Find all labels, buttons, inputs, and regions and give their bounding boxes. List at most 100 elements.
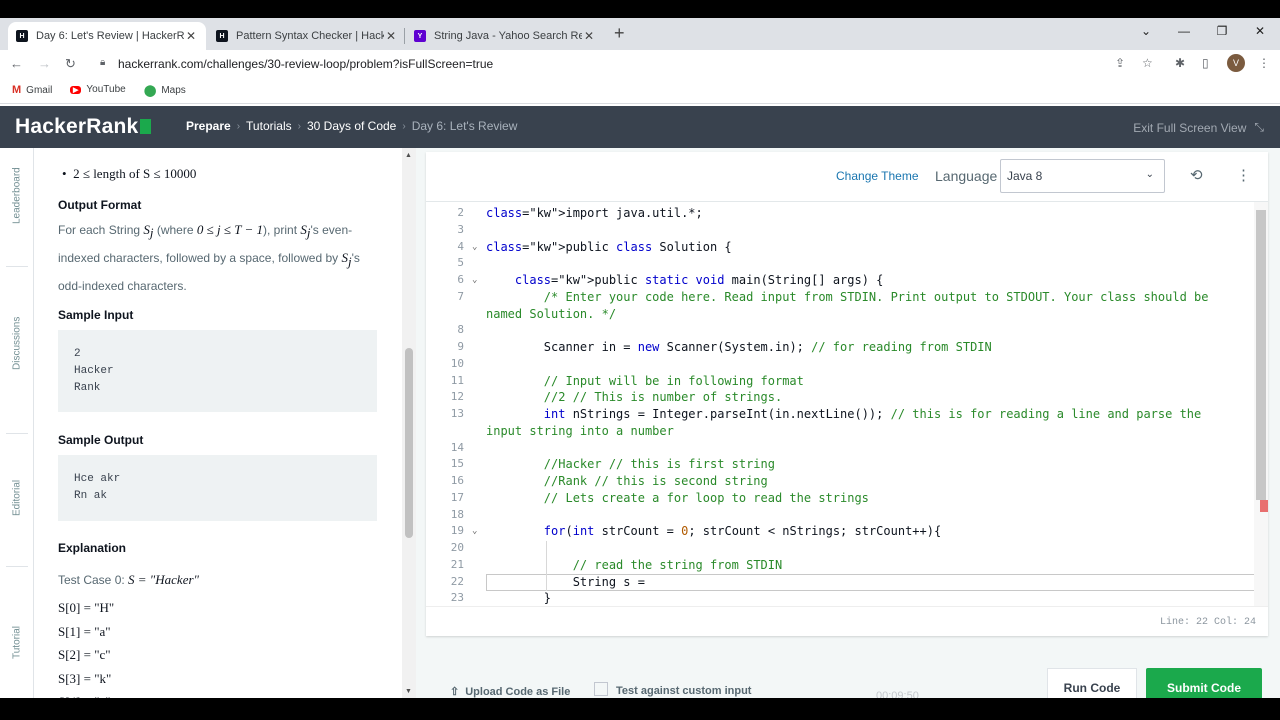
tab-tutorial[interactable]: Tutorial <box>0 618 34 668</box>
fold-chevron-icon[interactable]: ⌄ <box>472 526 477 536</box>
tab-discussions[interactable]: Discussions <box>0 308 34 378</box>
url-field[interactable]: hackerrank.com/challenges/30-review-loop… <box>118 57 493 71</box>
output-format-text: For each String Sj (where 0 ≤ j ≤ T − 1)… <box>58 218 378 298</box>
editor-toolbar: Change Theme Language Java 8 ⌄ ⟲ ⋮ <box>426 152 1268 202</box>
line-number: 3 <box>457 222 464 236</box>
sample-input-heading: Sample Input <box>58 308 134 322</box>
explanation-lines: S[0] = "H" S[1] = "a" S[2] = "c" S[3] = … <box>58 596 114 698</box>
line-gutter: 2 3 4 ⌄ 5 6 ⌄ 7 8 9 10 11 12 13 14 15 16 17 18 19 ⌄ 20 21 22 23 <box>426 202 477 606</box>
logo-text: HackerRank <box>15 115 139 138</box>
code-line: named Solution. */ <box>486 306 617 321</box>
fold-chevron-icon[interactable]: ⌄ <box>472 275 477 285</box>
code-line: String s = <box>486 574 645 589</box>
line-number: 5 <box>457 256 464 270</box>
bookmark-youtube[interactable]: ▶ YouTube <box>70 84 126 95</box>
scroll-up-icon[interactable]: ▲ <box>405 152 412 159</box>
exit-fullscreen-label: Exit Full Screen View <box>1133 120 1247 135</box>
bookmark-star-icon[interactable]: ☆ <box>1142 56 1153 70</box>
editor-actions: ⇧ Upload Code as File Test against custom… <box>426 648 1268 698</box>
side-panel-icon[interactable]: ▯ <box>1202 56 1209 70</box>
hackerrank-logo[interactable]: HackerRank <box>15 115 152 139</box>
exit-fullscreen-button[interactable]: Exit Full Screen View ⤡ <box>1133 120 1264 135</box>
breadcrumb-tutorials[interactable]: Tutorials <box>246 119 292 133</box>
player-time: 00:09:50 <box>876 690 919 698</box>
problem-statement: • 2 ≤ length of S ≤ 10000 Output Format … <box>34 148 402 698</box>
editor-scrollbar[interactable] <box>1254 202 1268 606</box>
challenge-content: Leaderboard Discussions Editorial Tutori… <box>0 148 1280 698</box>
line-number: 16 <box>450 474 464 487</box>
explanation-intro: Test Case 0: S = "Hacker" <box>58 568 378 592</box>
language-value: Java 8 <box>1007 169 1043 183</box>
gmail-icon: M <box>12 84 22 96</box>
sample-output-box: Hce akr Rn ak <box>58 455 377 521</box>
fold-chevron-icon[interactable]: ⌄ <box>472 242 477 252</box>
breadcrumb-30-days[interactable]: 30 Days of Code <box>307 119 396 133</box>
video-player-controls: 00:09:50 <box>876 690 933 698</box>
forward-icon[interactable]: → <box>38 56 51 71</box>
language-label: Language <box>935 168 998 184</box>
explanation-line: S[1] = "a" <box>58 623 111 639</box>
scroll-down-icon[interactable]: ▼ <box>405 688 412 695</box>
code-line: class="kw">public class Solution { <box>486 239 732 254</box>
kebab-menu-icon[interactable]: ⋮ <box>1236 166 1251 184</box>
back-icon[interactable]: ← <box>10 56 23 71</box>
line-number: 22 <box>450 574 464 588</box>
text-run: For each String <box>58 223 144 237</box>
upload-icon: ⇧ <box>450 686 460 698</box>
upload-label: Upload Code as File <box>465 685 571 698</box>
run-code-button[interactable]: Run Code <box>1047 668 1137 698</box>
line-number: 2 <box>457 206 464 219</box>
line-number: 6 <box>457 273 464 286</box>
browser-tab[interactable]: H Pattern Syntax Checker | HackerRank ✕ <box>208 22 406 50</box>
close-tab-icon[interactable]: ✕ <box>582 29 596 43</box>
maximize-icon[interactable]: ❐ <box>1212 24 1232 38</box>
custom-input-label[interactable]: Test against custom input <box>616 685 751 697</box>
code-area[interactable]: 2 3 4 ⌄ 5 6 ⌄ 7 8 9 10 11 12 13 14 15 16 17 18 19 ⌄ 20 21 22 23 … <box>426 202 1254 606</box>
submit-code-button[interactable]: Submit Code <box>1146 668 1262 698</box>
tab-leaderboard[interactable]: Leaderboard <box>0 156 34 236</box>
browser-tab-active[interactable]: H Day 6: Let's Review | HackerRank ✕ <box>8 22 206 50</box>
line-number: 13 <box>450 407 464 420</box>
scrollbar-thumb[interactable] <box>1256 210 1266 500</box>
reload-icon[interactable]: ↻ <box>65 56 76 72</box>
close-tab-icon[interactable]: ✕ <box>384 29 398 43</box>
line-number: 9 <box>457 340 464 353</box>
tab-search-chevron-down-icon[interactable]: ⌄ <box>1136 24 1156 38</box>
tab-editorial[interactable]: Editorial <box>0 468 34 528</box>
minimize-icon[interactable]: — <box>1174 24 1194 38</box>
bookmarks-bar: M Gmail ▶ YouTube ⬤ Maps <box>0 78 1280 104</box>
indent-guide <box>546 541 547 592</box>
custom-input-checkbox[interactable] <box>594 682 608 696</box>
kebab-menu-icon[interactable]: ⋮ <box>1258 56 1270 70</box>
browser-tab[interactable]: Y String Java - Yahoo Search Results ✕ <box>406 22 604 50</box>
language-select[interactable]: Java 8 ⌄ <box>1000 159 1165 193</box>
explanation-line: S[3] = "k" <box>58 670 112 686</box>
close-tab-icon[interactable]: ✕ <box>184 29 198 43</box>
bookmark-gmail[interactable]: M Gmail <box>12 84 52 96</box>
breadcrumb-prepare[interactable]: Prepare <box>186 119 231 133</box>
new-tab-icon[interactable]: + <box>614 23 625 44</box>
line-number: 17 <box>450 490 464 504</box>
avatar[interactable]: V <box>1227 54 1245 72</box>
line-number: 14 <box>450 440 464 454</box>
sample-input-box: 2 Hacker Rank <box>58 330 377 412</box>
collapse-icon: ⤡ <box>1254 120 1264 134</box>
maps-icon: ⬤ <box>144 85 157 97</box>
change-theme-link[interactable]: Change Theme <box>836 169 919 183</box>
line-number: 21 <box>450 557 464 571</box>
extensions-icon[interactable]: ✱ <box>1175 56 1185 70</box>
code-line: for(int strCount = 0; strCount < nString… <box>543 524 942 539</box>
code-line: // Lets create a for loop to read the st… <box>543 490 869 505</box>
close-window-icon[interactable]: ✕ <box>1250 24 1270 38</box>
bookmark-maps[interactable]: ⬤ Maps <box>144 84 186 97</box>
lock-icon[interactable]: 🔒︎ <box>100 57 105 68</box>
code-line: input string into a number <box>486 423 674 438</box>
upload-code-button[interactable]: ⇧ Upload Code as File <box>450 685 571 699</box>
text-run: ), print <box>263 223 301 237</box>
scrollbar-thumb[interactable] <box>405 348 413 538</box>
history-icon[interactable]: ⟲ <box>1190 166 1203 184</box>
code-line: class="kw">import java.util.*; <box>486 206 703 220</box>
share-icon[interactable]: ⇪ <box>1115 56 1125 70</box>
problem-scrollbar[interactable]: ▲ ▼ <box>402 148 416 698</box>
math-range: 0 ≤ j ≤ T − 1 <box>196 222 264 237</box>
